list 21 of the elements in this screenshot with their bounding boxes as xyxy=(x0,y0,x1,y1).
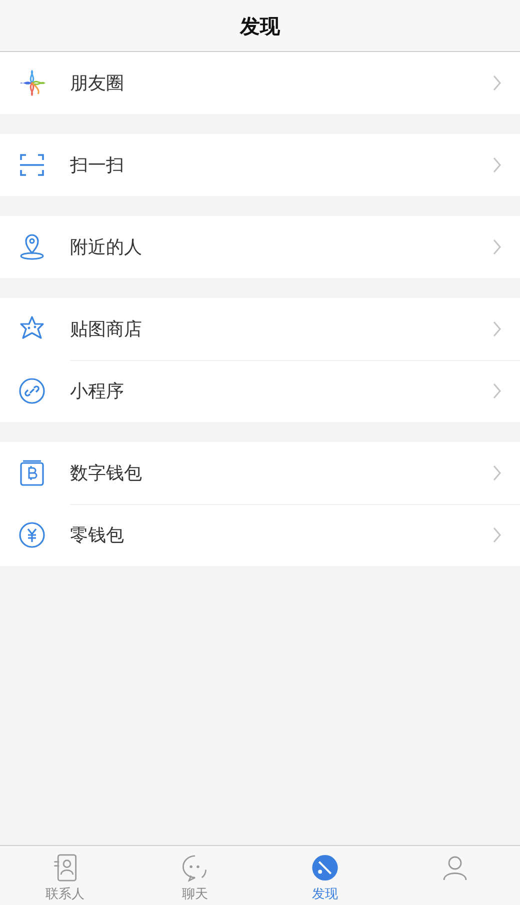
chevron-right-icon xyxy=(492,321,502,337)
tab[interactable]: 发现 xyxy=(260,846,390,905)
chevron-right-icon xyxy=(492,527,502,543)
location-pin-icon xyxy=(18,233,46,261)
bitcoin-wallet-icon xyxy=(18,459,46,487)
menu-item[interactable]: 小程序 xyxy=(0,360,520,422)
chevron-right-icon xyxy=(492,383,502,399)
link-circle-icon xyxy=(18,377,46,405)
chevron-right-icon xyxy=(492,465,502,481)
page-title: 发现 xyxy=(240,12,280,40)
menu-item[interactable]: 附近的人 xyxy=(0,216,520,278)
chevron-right-icon xyxy=(492,157,502,173)
menu-item[interactable]: 贴图商店 xyxy=(0,298,520,360)
menu-item[interactable]: 朋友圈 xyxy=(0,52,520,114)
scan-icon xyxy=(18,151,46,179)
menu-item[interactable]: 零钱包 xyxy=(0,504,520,566)
menu-item[interactable]: 扫一扫 xyxy=(0,134,520,196)
yuan-coin-icon xyxy=(18,521,46,549)
chevron-right-icon xyxy=(492,239,502,255)
menu-item[interactable]: 数字钱包 xyxy=(0,442,520,504)
chevron-right-icon xyxy=(492,75,502,91)
